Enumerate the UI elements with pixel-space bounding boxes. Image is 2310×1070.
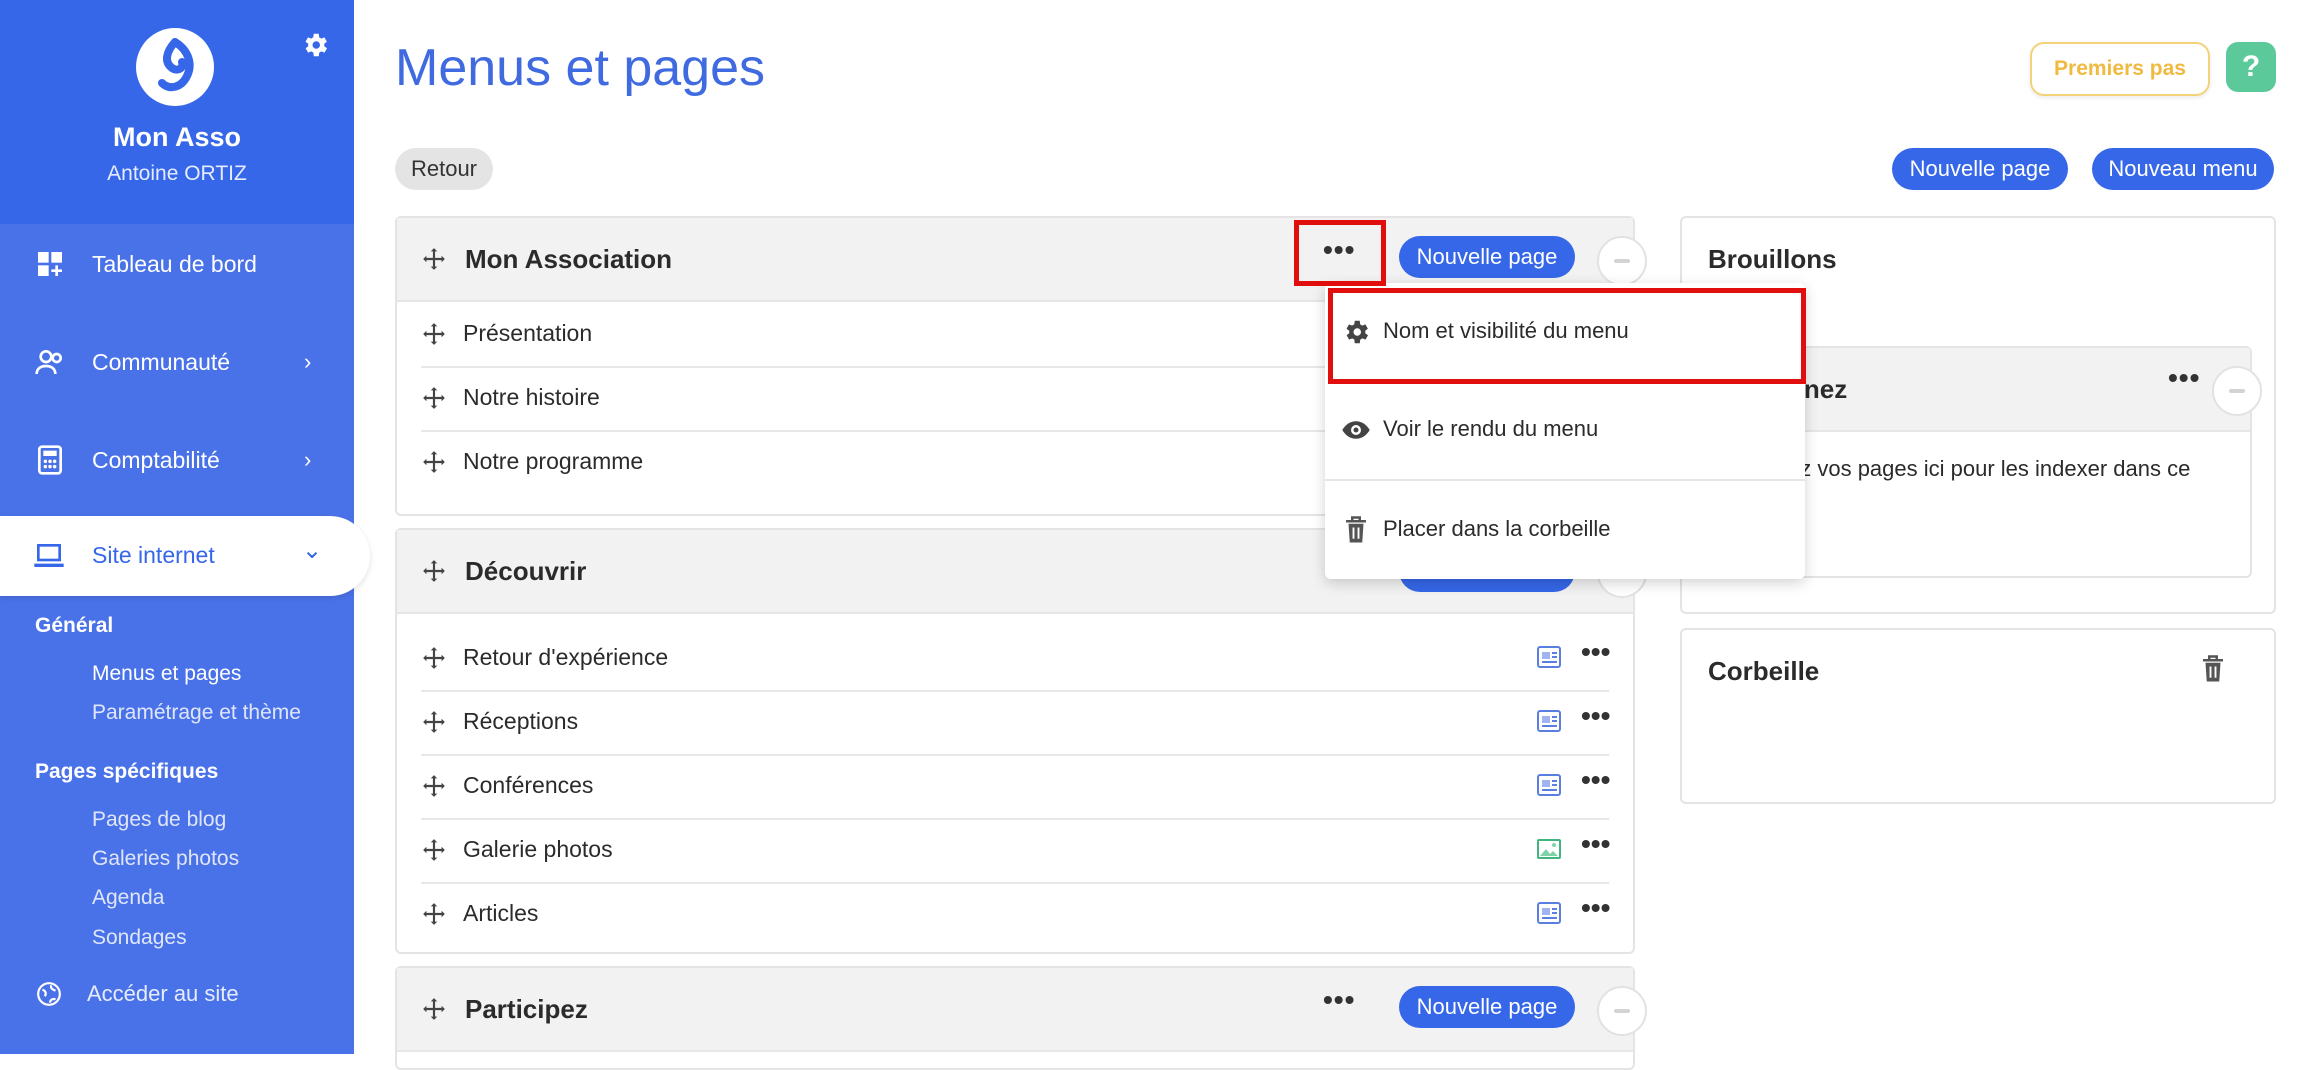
nav-access-site[interactable]: Accéder au site (0, 964, 354, 1024)
move-icon[interactable] (421, 246, 447, 272)
page-options-icon[interactable]: ••• (1581, 764, 1610, 796)
menu-card-participez: Participez ••• Nouvelle page (395, 966, 1647, 1070)
access-site-label: Accéder au site (87, 981, 239, 1006)
page-label: Articles (463, 900, 539, 926)
back-button[interactable]: Retour (395, 148, 493, 190)
page-options-icon[interactable]: ••• (1581, 892, 1610, 924)
dropdown-item-move-to-trash[interactable]: Placer dans la corbeille (1325, 479, 1805, 579)
drafts-options-icon[interactable]: ••• (2168, 362, 2200, 394)
drafts-help-text: ez vos pages ici pour les indexer dans c… (1788, 456, 2191, 481)
trash-icon (1346, 516, 1366, 543)
page-label: Réceptions (463, 708, 579, 734)
page-label: Conférences (463, 772, 594, 798)
nav-website[interactable]: Site internet ⌄ (0, 516, 370, 596)
nav-accounting-label: Comptabilité (92, 446, 220, 473)
sub-item-blog-pages[interactable]: Pages de blog (92, 808, 226, 832)
page-type-icon (1537, 710, 1561, 732)
highlight-box-options-button (1294, 220, 1386, 286)
settings-gear-icon[interactable] (300, 30, 330, 60)
list-item[interactable]: Conférences ••• (421, 754, 1610, 820)
menu-new-page-button[interactable]: Nouvelle page (1399, 986, 1575, 1028)
page-title: Menus et pages (395, 39, 766, 97)
new-page-button[interactable]: Nouvelle page (1892, 148, 2068, 190)
sub-item-settings-theme[interactable]: Paramétrage et thème (92, 701, 301, 725)
nav-website-label: Site internet (92, 542, 215, 568)
dropdown-item-preview[interactable]: Voir le rendu du menu (1325, 379, 1805, 479)
section-general: Général (35, 614, 114, 637)
globe-icon (37, 982, 61, 1006)
move-icon[interactable] (421, 901, 447, 927)
page-options-icon[interactable]: ••• (1581, 828, 1610, 860)
user-name: Antoine ORTIZ (107, 162, 247, 185)
trash-card: Corbeille (1680, 628, 2276, 804)
page-label: Galerie photos (463, 836, 613, 862)
menu-options-icon[interactable]: ••• (1323, 984, 1355, 1016)
page-type-icon (1537, 774, 1561, 796)
page-type-icon (1537, 902, 1561, 924)
collapse-icon[interactable] (1597, 986, 1647, 1036)
chevron-down-icon: ⌄ (302, 537, 323, 564)
move-icon[interactable] (421, 321, 447, 347)
sub-item-photo-galleries[interactable]: Galeries photos (92, 847, 239, 871)
dropdown-item-label: Placer dans la corbeille (1383, 516, 1611, 541)
move-icon[interactable] (421, 558, 447, 584)
nav-community[interactable]: Communauté › (0, 332, 354, 392)
nav-dashboard-label: Tableau de bord (92, 250, 257, 277)
sidebar: Mon Asso Antoine ORTIZ Tableau de bord C… (0, 0, 370, 1054)
new-menu-button[interactable]: Nouveau menu (2092, 148, 2274, 190)
move-icon[interactable] (421, 996, 447, 1022)
move-icon[interactable] (421, 773, 447, 799)
gallery-icon (1537, 839, 1561, 859)
menu-card-decouvrir: Découvrir Retour d'expérience ••• Récept… (395, 528, 1647, 954)
page-label: Notre histoire (463, 384, 600, 410)
nav-accounting[interactable]: Comptabilité › (0, 430, 354, 490)
chevron-right-icon: › (304, 349, 312, 374)
trash-icon[interactable] (2200, 654, 2226, 684)
chevron-right-icon: › (304, 447, 312, 472)
move-icon[interactable] (421, 385, 447, 411)
page-options-icon[interactable]: ••• (1581, 700, 1610, 732)
laptop-icon (34, 544, 64, 567)
collapse-icon[interactable] (1597, 236, 1647, 286)
sub-item-agenda[interactable]: Agenda (92, 886, 164, 910)
list-item[interactable]: Articles ••• (421, 882, 1610, 946)
trash-title: Corbeille (1708, 656, 1820, 686)
highlight-box-name-visibility (1328, 288, 1806, 384)
page-type-icon (1537, 646, 1561, 668)
sub-item-polls[interactable]: Sondages (92, 926, 187, 950)
page-label: Notre programme (463, 448, 644, 474)
menu-card-header: Participez ••• Nouvelle page (397, 968, 1647, 1052)
list-item[interactable]: Retour d'expérience ••• (421, 626, 1610, 692)
menu-title: Participez (465, 994, 588, 1024)
drafts-title: Brouillons (1708, 244, 1837, 274)
page-label: Présentation (463, 320, 593, 346)
dashboard-icon (38, 252, 62, 276)
sub-item-menus-pages[interactable]: Menus et pages (92, 662, 241, 686)
menu-page-list: Retour d'expérience ••• Réceptions ••• C… (397, 626, 1633, 952)
page-options-icon[interactable]: ••• (1581, 636, 1610, 668)
premiers-pas-button[interactable]: Premiers pas (2030, 42, 2210, 96)
org-name: Mon Asso (113, 122, 241, 152)
list-item[interactable]: Réceptions ••• (421, 690, 1610, 756)
app-logo[interactable] (136, 28, 214, 106)
sidebar-header: Mon Asso Antoine ORTIZ (0, 0, 354, 224)
nav-community-label: Communauté (92, 348, 231, 375)
menu-title: Découvrir (465, 556, 587, 586)
move-icon[interactable] (421, 837, 447, 863)
collapse-icon[interactable] (2212, 366, 2262, 416)
help-button[interactable]: ? (2226, 42, 2276, 92)
community-icon (35, 350, 62, 375)
nav-dashboard[interactable]: Tableau de bord (0, 234, 354, 294)
menu-new-page-button[interactable]: Nouvelle page (1399, 236, 1575, 278)
eye-icon (1342, 421, 1370, 439)
dropdown-item-label: Voir le rendu du menu (1383, 416, 1599, 441)
list-item[interactable]: Galerie photos ••• (421, 818, 1610, 884)
move-icon[interactable] (421, 709, 447, 735)
section-specific-pages: Pages spécifiques (35, 760, 219, 783)
page-label: Retour d'expérience (463, 644, 669, 670)
menu-title: Mon Association (465, 244, 673, 274)
move-icon[interactable] (421, 449, 447, 475)
calculator-icon (38, 445, 62, 475)
move-icon[interactable] (421, 645, 447, 671)
